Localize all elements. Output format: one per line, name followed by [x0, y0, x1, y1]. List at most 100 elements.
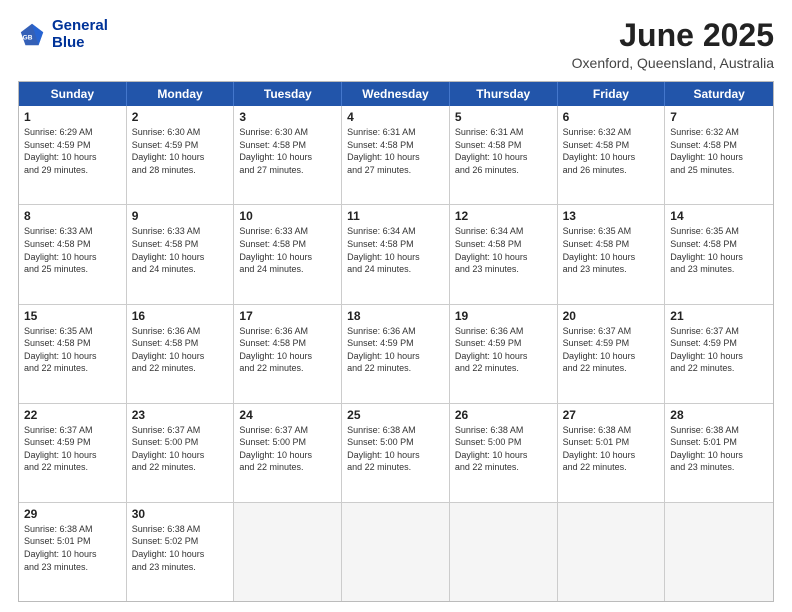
- svg-text:GB: GB: [23, 34, 33, 41]
- cell-info: Sunrise: 6:37 AMSunset: 4:59 PMDaylight:…: [563, 325, 660, 375]
- calendar-cell: 11 Sunrise: 6:34 AMSunset: 4:58 PMDayligh…: [342, 205, 450, 303]
- day-number: 27: [563, 408, 660, 422]
- weekday-header: Friday: [558, 82, 666, 106]
- cell-info: Sunrise: 6:35 AMSunset: 4:58 PMDaylight:…: [563, 225, 660, 275]
- day-number: 17: [239, 309, 336, 323]
- calendar-cell: 29 Sunrise: 6:38 AMSunset: 5:01 PMDayligh…: [19, 503, 127, 601]
- day-number: 19: [455, 309, 552, 323]
- cell-info: Sunrise: 6:29 AMSunset: 4:59 PMDaylight:…: [24, 126, 121, 176]
- weekday-header: Sunday: [19, 82, 127, 106]
- calendar-cell: [234, 503, 342, 601]
- day-number: 18: [347, 309, 444, 323]
- day-number: 28: [670, 408, 768, 422]
- calendar-cell: 13 Sunrise: 6:35 AMSunset: 4:58 PMDayligh…: [558, 205, 666, 303]
- calendar-cell: 12Sunrise: 6:34 AMSunset: 4:58 PMDayligh…: [450, 205, 558, 303]
- month-title: June 2025: [572, 18, 774, 53]
- day-number: 29: [24, 507, 121, 521]
- cell-info: Sunrise: 6:37 AMSunset: 4:59 PMDaylight:…: [24, 424, 121, 474]
- calendar-cell: 26 Sunrise: 6:38 AMSunset: 5:00 PMDayligh…: [450, 404, 558, 502]
- cell-info: Sunrise: 6:36 AMSunset: 4:58 PMDaylight:…: [239, 325, 336, 375]
- cell-info: Sunrise: 6:31 AMSunset: 4:58 PMDaylight:…: [347, 126, 444, 176]
- cell-info: Sunrise: 6:33 AMSunset: 4:58 PMDaylight:…: [239, 225, 336, 275]
- calendar-header: SundayMondayTuesdayWednesdayThursdayFrid…: [19, 82, 773, 106]
- cell-info: Sunrise: 6:33 AMSunset: 4:58 PMDaylight:…: [24, 225, 121, 275]
- calendar-cell: 3 Sunrise: 6:30 AMSunset: 4:58 PMDaylight…: [234, 106, 342, 204]
- calendar-cell: 24Sunrise: 6:37 AMSunset: 5:00 PMDayligh…: [234, 404, 342, 502]
- day-number: 8: [24, 209, 121, 223]
- page: GB General Blue June 2025 Oxenford, Quee…: [0, 0, 792, 612]
- calendar-row: 1 Sunrise: 6:29 AMSunset: 4:59 PMDaylight…: [19, 106, 773, 204]
- calendar-cell: 4 Sunrise: 6:31 AMSunset: 4:58 PMDaylight…: [342, 106, 450, 204]
- day-number: 5: [455, 110, 552, 124]
- day-number: 25: [347, 408, 444, 422]
- day-number: 30: [132, 507, 229, 521]
- cell-info: Sunrise: 6:30 AMSunset: 4:58 PMDaylight:…: [239, 126, 336, 176]
- day-number: 13: [563, 209, 660, 223]
- calendar-cell: 16Sunrise: 6:36 AMSunset: 4:58 PMDayligh…: [127, 305, 235, 403]
- calendar-cell: 27 Sunrise: 6:38 AMSunset: 5:01 PMDayligh…: [558, 404, 666, 502]
- cell-info: Sunrise: 6:34 AMSunset: 4:58 PMDaylight:…: [347, 225, 444, 275]
- calendar-cell: [342, 503, 450, 601]
- day-number: 9: [132, 209, 229, 223]
- day-number: 24: [239, 408, 336, 422]
- logo-line2: Blue: [52, 35, 108, 52]
- calendar-cell: 17 Sunrise: 6:36 AMSunset: 4:58 PMDayligh…: [234, 305, 342, 403]
- calendar-cell: 1 Sunrise: 6:29 AMSunset: 4:59 PMDaylight…: [19, 106, 127, 204]
- calendar-cell: 9 Sunrise: 6:33 AMSunset: 4:58 PMDaylight…: [127, 205, 235, 303]
- calendar-cell: 8 Sunrise: 6:33 AMSunset: 4:58 PMDaylight…: [19, 205, 127, 303]
- cell-info: Sunrise: 6:33 AMSunset: 4:58 PMDaylight:…: [132, 225, 229, 275]
- cell-info: Sunrise: 6:35 AMSunset: 4:58 PMDaylight:…: [670, 225, 768, 275]
- weekday-header: Thursday: [450, 82, 558, 106]
- calendar-row: 22 Sunrise: 6:37 AMSunset: 4:59 PMDayligh…: [19, 403, 773, 502]
- day-number: 21: [670, 309, 768, 323]
- calendar-cell: [665, 503, 773, 601]
- day-number: 3: [239, 110, 336, 124]
- logo: GB General Blue: [18, 18, 108, 51]
- cell-info: Sunrise: 6:38 AMSunset: 5:01 PMDaylight:…: [563, 424, 660, 474]
- day-number: 1: [24, 110, 121, 124]
- calendar-cell: 7Sunrise: 6:32 AMSunset: 4:58 PMDaylight…: [665, 106, 773, 204]
- cell-info: Sunrise: 6:36 AMSunset: 4:59 PMDaylight:…: [455, 325, 552, 375]
- cell-info: Sunrise: 6:32 AMSunset: 4:58 PMDaylight:…: [563, 126, 660, 176]
- calendar-cell: [558, 503, 666, 601]
- logo-text: General Blue: [52, 18, 108, 51]
- cell-info: Sunrise: 6:36 AMSunset: 4:59 PMDaylight:…: [347, 325, 444, 375]
- day-number: 23: [132, 408, 229, 422]
- calendar-cell: 2Sunrise: 6:30 AMSunset: 4:59 PMDaylight…: [127, 106, 235, 204]
- calendar-cell: 10 Sunrise: 6:33 AMSunset: 4:58 PMDayligh…: [234, 205, 342, 303]
- calendar-cell: 6Sunrise: 6:32 AMSunset: 4:58 PMDaylight…: [558, 106, 666, 204]
- header: GB General Blue June 2025 Oxenford, Quee…: [18, 18, 774, 71]
- cell-info: Sunrise: 6:30 AMSunset: 4:59 PMDaylight:…: [132, 126, 229, 176]
- logo-line1: General: [52, 18, 108, 35]
- calendar-cell: 22 Sunrise: 6:37 AMSunset: 4:59 PMDayligh…: [19, 404, 127, 502]
- calendar-cell: 19 Sunrise: 6:36 AMSunset: 4:59 PMDayligh…: [450, 305, 558, 403]
- weekday-header: Tuesday: [234, 82, 342, 106]
- calendar-cell: [450, 503, 558, 601]
- day-number: 26: [455, 408, 552, 422]
- title-block: June 2025 Oxenford, Queensland, Australi…: [572, 18, 774, 71]
- calendar-cell: 21 Sunrise: 6:37 AMSunset: 4:59 PMDayligh…: [665, 305, 773, 403]
- calendar-row: 15 Sunrise: 6:35 AMSunset: 4:58 PMDayligh…: [19, 304, 773, 403]
- day-number: 4: [347, 110, 444, 124]
- day-number: 15: [24, 309, 121, 323]
- calendar-row: 29 Sunrise: 6:38 AMSunset: 5:01 PMDayligh…: [19, 502, 773, 601]
- cell-info: Sunrise: 6:38 AMSunset: 5:01 PMDaylight:…: [24, 523, 121, 573]
- calendar-body: 1 Sunrise: 6:29 AMSunset: 4:59 PMDaylight…: [19, 106, 773, 601]
- cell-info: Sunrise: 6:36 AMSunset: 4:58 PMDaylight:…: [132, 325, 229, 375]
- weekday-header: Saturday: [665, 82, 773, 106]
- cell-info: Sunrise: 6:38 AMSunset: 5:00 PMDaylight:…: [455, 424, 552, 474]
- cell-info: Sunrise: 6:37 AMSunset: 4:59 PMDaylight:…: [670, 325, 768, 375]
- cell-info: Sunrise: 6:34 AMSunset: 4:58 PMDaylight:…: [455, 225, 552, 275]
- day-number: 10: [239, 209, 336, 223]
- cell-info: Sunrise: 6:38 AMSunset: 5:00 PMDaylight:…: [347, 424, 444, 474]
- cell-info: Sunrise: 6:35 AMSunset: 4:58 PMDaylight:…: [24, 325, 121, 375]
- day-number: 11: [347, 209, 444, 223]
- day-number: 22: [24, 408, 121, 422]
- cell-info: Sunrise: 6:37 AMSunset: 5:00 PMDaylight:…: [132, 424, 229, 474]
- day-number: 20: [563, 309, 660, 323]
- calendar: SundayMondayTuesdayWednesdayThursdayFrid…: [18, 81, 774, 602]
- calendar-row: 8 Sunrise: 6:33 AMSunset: 4:58 PMDaylight…: [19, 204, 773, 303]
- weekday-header: Monday: [127, 82, 235, 106]
- calendar-cell: 15 Sunrise: 6:35 AMSunset: 4:58 PMDayligh…: [19, 305, 127, 403]
- calendar-cell: 20 Sunrise: 6:37 AMSunset: 4:59 PMDayligh…: [558, 305, 666, 403]
